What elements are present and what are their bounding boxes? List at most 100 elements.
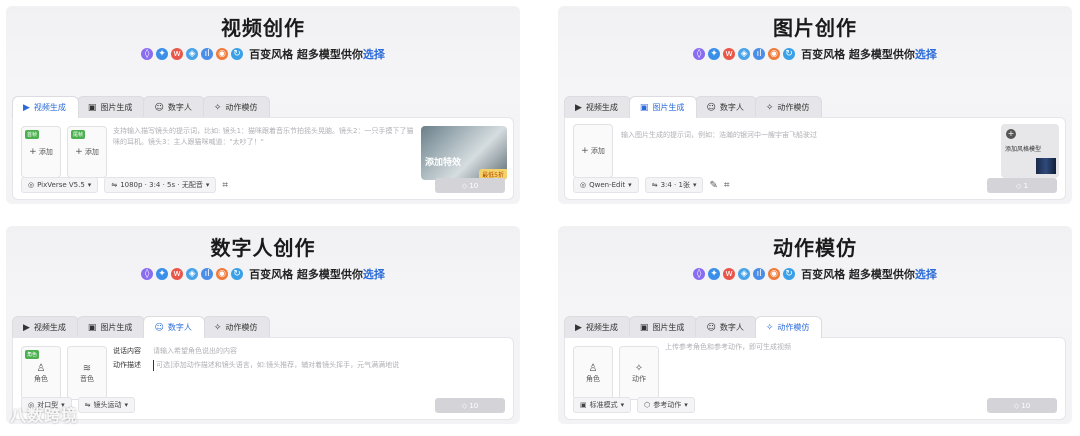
prompt-enhance-icon[interactable]: ⌗: [222, 180, 228, 191]
motion-upload[interactable]: ✧ 动作: [619, 346, 659, 400]
prompt-enhance-icon[interactable]: ⌗: [724, 180, 730, 191]
input-card: 首帧 + 添加 尾帧 + 添加 支持输入描写镜头的提示词，比如: 镜头1：猫咪跟…: [12, 117, 514, 200]
tab-motion[interactable]: ✧ 动作模仿: [754, 96, 823, 118]
banner-text: 百变风格 超多模型供你选择: [801, 48, 937, 61]
add-style-model[interactable]: + 添加风格模型: [1001, 124, 1059, 178]
motion-input[interactable]: 可选]添加动作描述和镜头语言，如:镜头推荐，辅对着镜头挥手，元气满满地说: [153, 360, 493, 371]
eye-icon: ◈: [738, 48, 751, 60]
speech-label: 说话内容: [113, 347, 141, 355]
params-select[interactable]: ⇋ 3:4 · 1张 ▾: [644, 177, 704, 193]
model-icons: ◊ ✦ w ◈ ıl ◉ ↻: [141, 48, 244, 60]
input-card: + 添加 输入图片生成的提示词，例如：浩瀚的银河中一艘宇宙飞船驶过 + 添加风格…: [564, 117, 1066, 200]
circle-icon: ◉: [768, 48, 781, 60]
tab-video[interactable]: ▶ 视频生成: [564, 316, 631, 338]
mode-tabs: ▶ 视频生成 ▣ 图片生成 ☺ 数字人 ✧ 动作模仿: [12, 96, 271, 118]
tab-avatar[interactable]: ☺ 数字人: [143, 316, 205, 338]
last-frame-upload[interactable]: 尾帧 + 添加: [67, 126, 107, 178]
tab-motion[interactable]: ✧ 动作模仿: [202, 96, 271, 118]
runner-icon: ✧: [634, 362, 644, 374]
pen-icon: ✦: [156, 48, 169, 60]
person-icon: ♙: [36, 362, 46, 374]
model-select[interactable]: ◎ Qwen-Edit ▾: [573, 177, 639, 193]
image-icon: ▣: [87, 322, 97, 333]
mode-select[interactable]: ▣ 标准模式 ▾: [573, 397, 632, 413]
tab-avatar[interactable]: ☺ 数字人: [143, 96, 205, 118]
wave-icon: w: [723, 268, 736, 280]
tab-video[interactable]: ▶ 视频生成: [564, 96, 631, 118]
panel-title: 图片创作: [773, 16, 857, 40]
banner-text: 百变风格 超多模型供你选择: [801, 268, 937, 281]
tab-motion[interactable]: ✧ 动作模仿: [202, 316, 271, 338]
tab-avatar[interactable]: ☺ 数字人: [695, 96, 757, 118]
generate-button[interactable]: ◇ 10: [987, 398, 1057, 413]
options-bar: ▣ 标准模式 ▾ ⬡ 参考动作 ▾: [573, 397, 695, 413]
motion-creation-panel: 动作模仿 ◊ ✦ w ◈ ıl ◉ ↻ 百变风格 超多模型供你选择 ▶ 视频生成 ▣ 图片生成 …: [558, 226, 1072, 424]
wave-icon: w: [171, 48, 184, 60]
refresh-icon: ↻: [783, 268, 796, 280]
pen-icon: ✦: [708, 48, 721, 60]
tab-image[interactable]: ▣ 图片生成: [628, 96, 698, 118]
diamond-icon: ◇: [1013, 401, 1020, 410]
prompt-input[interactable]: 支持输入描写镜头的提示词，比如: 镜头1：猫咪跟着音乐节拍摇头晃脑。镜头2：一只…: [113, 126, 417, 148]
effects-promo[interactable]: 添加特效 最低5折: [421, 126, 507, 180]
camera-select[interactable]: ⇋ 镜头运动 ▾: [77, 397, 136, 413]
style-thumbnail: [1036, 158, 1056, 174]
chevron-down-icon: ▾: [87, 181, 92, 189]
eye-icon: ◈: [186, 268, 199, 280]
mode-tabs: ▶ 视频生成 ▣ 图片生成 ☺ 数字人 ✧ 动作模仿: [12, 316, 271, 338]
tab-motion[interactable]: ✧ 动作模仿: [754, 316, 823, 338]
chevron-down-icon: ▾: [620, 401, 625, 409]
wave-icon: w: [723, 48, 736, 60]
chevron-down-icon: ▾: [628, 181, 632, 189]
video-creation-panel: 视频创作 ◊ ✦ w ◈ ıl ◉ ↻ 百变风格 超多模型供你选择 ▶ 视频生成 ▣ 图片生成 …: [6, 6, 520, 204]
edit-icon[interactable]: ✎: [709, 180, 717, 191]
model-banner: ◊ ✦ w ◈ ıl ◉ ↻ 百变风格 超多模型供你选择: [6, 46, 520, 62]
settings-icon: ⇋: [651, 181, 658, 189]
image-upload[interactable]: + 添加: [573, 124, 613, 178]
circle-icon: ◉: [216, 268, 229, 280]
plus-icon: +: [75, 147, 83, 157]
voice-upload[interactable]: ≋ 音色: [67, 346, 107, 400]
waveform-icon: ≋: [82, 362, 92, 374]
prompt-input[interactable]: 输入图片生成的提示词，例如：浩瀚的银河中一艘宇宙飞船驶过: [621, 130, 981, 141]
avatar-creation-panel: 数字人创作 ◊ ✦ w ◈ ıl ◉ ↻ 百变风格 超多模型供你选择 ▶ 视频生成 ▣ 图片生成…: [6, 226, 520, 424]
video-icon: ▶: [23, 322, 30, 333]
spark-icon: ◊: [141, 48, 154, 60]
image-icon: ▣: [87, 102, 97, 113]
tab-video[interactable]: ▶ 视频生成: [12, 316, 79, 338]
bars-icon: ıl: [753, 268, 766, 280]
speech-input[interactable]: 请输入希望角色说出的内容: [153, 346, 413, 357]
tab-image[interactable]: ▣ 图片生成: [76, 316, 146, 338]
tab-avatar[interactable]: ☺ 数字人: [695, 316, 757, 338]
video-icon: ▶: [575, 102, 582, 113]
avatar-icon: ☺: [706, 102, 716, 113]
model-select[interactable]: ◎ PixVerse V5.5 ▾: [21, 177, 99, 193]
refresh-icon: ↻: [231, 268, 244, 280]
tab-video[interactable]: ▶ 视频生成: [12, 96, 79, 118]
generate-button[interactable]: ◇ 10: [435, 398, 505, 413]
eye-icon: ◈: [738, 268, 751, 280]
first-frame-upload[interactable]: 首帧 + 添加: [21, 126, 61, 178]
avatar-icon: ☺: [154, 102, 164, 113]
motion-label: 动作描述: [113, 361, 141, 369]
generate-button[interactable]: ◇ 1: [987, 178, 1057, 193]
watermark: 八数跨境: [10, 406, 79, 425]
avatar-icon: ☺: [154, 322, 164, 333]
params-select[interactable]: ⇋ 1080p · 3:4 · 5s · 无配音 ▾: [104, 177, 217, 193]
reference-select[interactable]: ⬡ 参考动作 ▾: [637, 397, 695, 413]
reference-icon: ⬡: [644, 401, 651, 409]
chevron-down-icon: ▾: [692, 181, 697, 189]
model-icons: ◊ ✦ w ◈ ıl ◉ ↻: [693, 48, 796, 60]
generate-button[interactable]: ◇ 10: [435, 178, 505, 193]
tab-image[interactable]: ▣ 图片生成: [628, 316, 698, 338]
prompt-input[interactable]: 上传参考角色和参考动作，即可生成视频: [665, 342, 1025, 353]
eye-icon: ◈: [186, 48, 199, 60]
image-icon: ▣: [639, 102, 649, 113]
tab-image[interactable]: ▣ 图片生成: [76, 96, 146, 118]
chevron-down-icon: ▾: [205, 181, 210, 189]
pen-icon: ✦: [156, 268, 169, 280]
avatar-icon: ☺: [706, 322, 716, 333]
character-upload[interactable]: ♙ 角色: [573, 346, 613, 400]
bars-icon: ıl: [201, 268, 214, 280]
character-upload[interactable]: 角色 ♙ 角色: [21, 346, 61, 400]
